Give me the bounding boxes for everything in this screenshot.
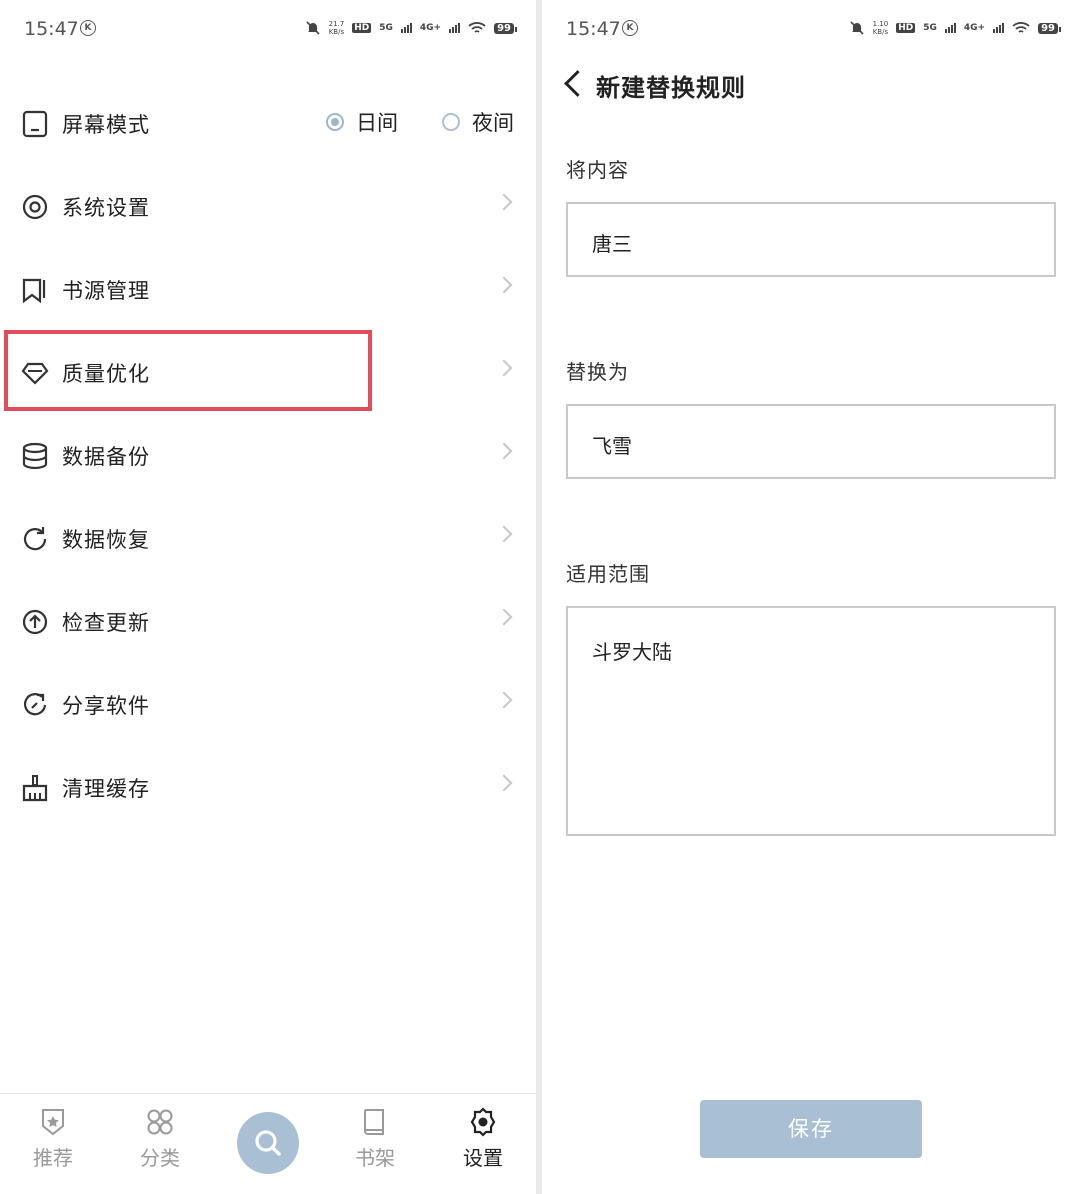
save-button[interactable]: 保存 — [700, 1100, 922, 1158]
menu-item-system-settings[interactable]: 系统设置 — [0, 166, 536, 249]
category-icon — [147, 1109, 173, 1135]
search-icon — [255, 1130, 281, 1156]
star-shield-icon — [42, 1109, 64, 1136]
nav-bookshelf[interactable]: 书架 — [340, 1106, 410, 1171]
settings-gear-icon — [470, 1107, 496, 1137]
menu-item-data-restore[interactable]: 数据恢复 — [0, 498, 536, 581]
bookmark-icon — [22, 278, 46, 304]
signal-icon-2 — [449, 23, 461, 33]
wifi-icon — [468, 22, 486, 33]
status-icons: 1.10 KB/s HD 5G 4G+ 99 — [849, 20, 1061, 36]
chevron-right-icon — [495, 525, 513, 543]
net-speed: 1.10 KB/s — [872, 20, 889, 36]
network-5g: 5G — [923, 23, 937, 33]
status-time: 15:47 — [24, 18, 79, 40]
signal-icon — [400, 23, 412, 33]
status-time: 15:47 — [566, 18, 621, 40]
chevron-right-icon — [495, 608, 513, 626]
network-4g: 4G+ — [963, 23, 986, 33]
status-bar: 15:47 K 21.7 KB/s HD 5G 4G+ 99 — [0, 0, 536, 60]
broom-icon — [22, 775, 48, 802]
status-bar: 15:47 K 1.10 KB/s HD 5G 4G+ 99 — [542, 0, 1080, 60]
night-mode-radio[interactable]: 夜间 — [442, 107, 514, 137]
database-icon — [22, 442, 48, 470]
chevron-right-icon — [495, 691, 513, 709]
replace-with-label: 替换为 — [566, 360, 629, 384]
day-mode-radio[interactable]: 日间 — [326, 107, 398, 137]
nav-recommend-label: 推荐 — [33, 1146, 73, 1170]
hd-badge: HD — [352, 23, 372, 33]
network-4g: 4G+ — [419, 23, 442, 33]
bottom-nav: 推荐 分类 书架 设置 — [0, 1093, 536, 1194]
nav-recommend[interactable]: 推荐 — [18, 1106, 88, 1171]
screen-mode-options: 日间 夜间 — [326, 107, 514, 137]
wifi-icon — [1012, 22, 1030, 33]
nav-category-label: 分类 — [140, 1146, 180, 1170]
back-arrow-icon[interactable] — [564, 70, 591, 97]
day-mode-label: 日间 — [356, 111, 398, 135]
radio-checked-icon — [326, 113, 344, 131]
menu-item-share-app[interactable]: 分享软件 — [0, 664, 536, 747]
menu-item-label: 系统设置 — [62, 196, 150, 220]
chevron-right-icon — [495, 359, 513, 377]
bell-off-icon — [850, 21, 864, 35]
menu-item-check-update[interactable]: 检查更新 — [0, 581, 536, 664]
replace-with-input[interactable]: 飞雪 — [566, 404, 1056, 479]
page-header: 新建替换规则 — [542, 60, 1080, 116]
k-icon: K — [80, 20, 96, 36]
network-5g: 5G — [379, 23, 393, 33]
signal-icon-2 — [993, 23, 1005, 33]
scope-value: 斗罗大陆 — [592, 640, 672, 664]
replace-with-value: 飞雪 — [592, 434, 632, 458]
find-content-value: 唐三 — [592, 232, 632, 256]
menu-item-clear-cache[interactable]: 清理缓存 — [0, 747, 536, 830]
upload-circle-icon — [22, 609, 48, 635]
menu-item-label: 分享软件 — [62, 694, 150, 718]
settings-screen: 15:47 K 21.7 KB/s HD 5G 4G+ 99 屏幕模式 日间 夜间 — [0, 0, 536, 1194]
screen-mode-label: 屏幕模式 — [62, 113, 150, 137]
signal-icon — [944, 23, 956, 33]
bell-off-icon — [306, 21, 320, 35]
net-speed: 21.7 KB/s — [328, 20, 345, 36]
find-content-input[interactable]: 唐三 — [566, 202, 1056, 277]
k-icon: K — [622, 20, 638, 36]
menu-item-label: 清理缓存 — [62, 777, 150, 801]
menu-item-label: 书源管理 — [62, 279, 150, 303]
scope-label: 适用范围 — [566, 562, 650, 586]
screen-icon — [22, 110, 48, 138]
night-mode-label: 夜间 — [472, 111, 514, 135]
chevron-right-icon — [495, 193, 513, 211]
battery-icon: 99 — [1038, 22, 1061, 34]
search-button[interactable] — [237, 1112, 299, 1174]
find-content-label: 将内容 — [566, 158, 629, 182]
chevron-right-icon — [495, 774, 513, 792]
page-title: 新建替换规则 — [596, 74, 746, 102]
screen-mode-row: 屏幕模式 日间 夜间 — [0, 83, 536, 166]
chevron-right-icon — [495, 442, 513, 460]
menu-item-data-backup[interactable]: 数据备份 — [0, 415, 536, 498]
nav-settings-label: 设置 — [463, 1146, 503, 1170]
menu-item-label: 检查更新 — [62, 611, 150, 635]
battery-icon: 99 — [494, 22, 517, 34]
highlight-box — [4, 330, 372, 411]
menu-item-book-source[interactable]: 书源管理 — [0, 249, 536, 332]
status-icons: 21.7 KB/s HD 5G 4G+ 99 — [305, 20, 517, 36]
menu-item-label: 数据备份 — [62, 445, 150, 469]
replace-rule-screen: 15:47 K 1.10 KB/s HD 5G 4G+ 99 新建替换规则 将内容… — [542, 0, 1080, 1194]
chevron-right-icon — [495, 276, 513, 294]
share-icon — [23, 693, 47, 716]
radio-unchecked-icon — [442, 113, 460, 131]
scope-textarea[interactable]: 斗罗大陆 — [566, 606, 1056, 836]
gear-icon — [22, 194, 48, 220]
menu-item-label: 数据恢复 — [62, 528, 150, 552]
book-icon — [363, 1109, 384, 1135]
nav-settings[interactable]: 设置 — [448, 1106, 518, 1171]
hd-badge: HD — [896, 23, 916, 33]
refresh-icon — [23, 527, 47, 551]
nav-category[interactable]: 分类 — [125, 1106, 195, 1171]
nav-bookshelf-label: 书架 — [355, 1146, 395, 1170]
